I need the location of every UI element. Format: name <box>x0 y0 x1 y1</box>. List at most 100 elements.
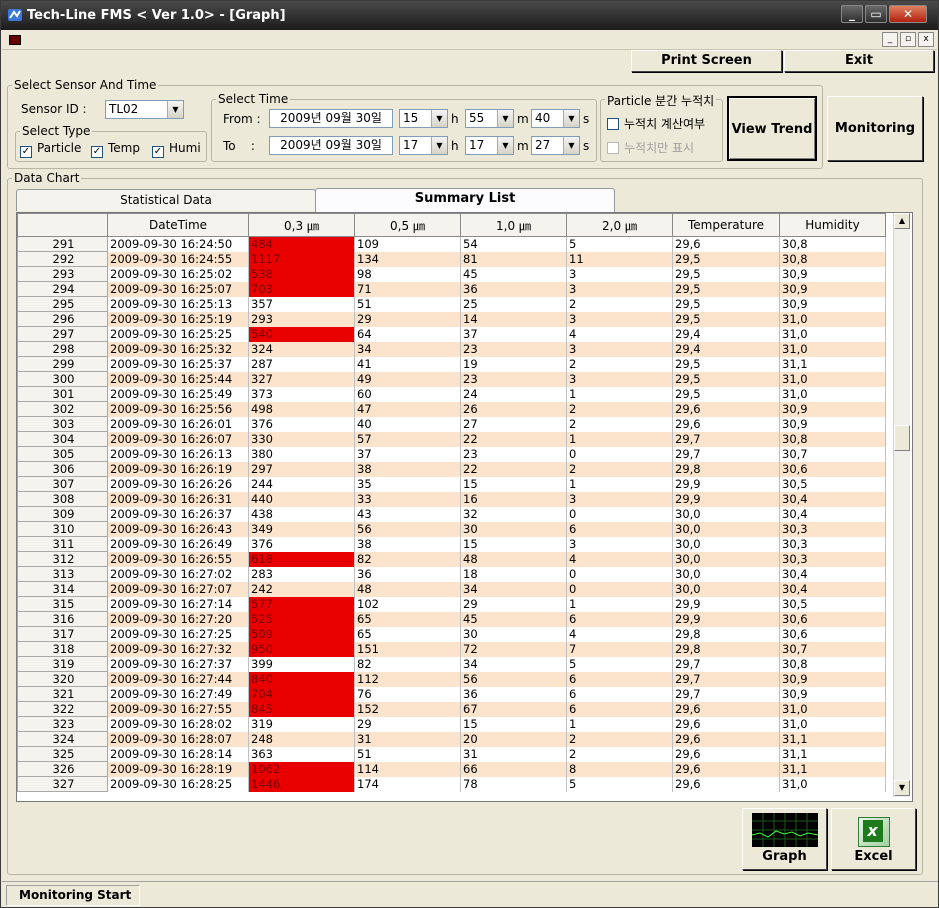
table-row[interactable]: 306 2009-09-30 16:26:19 297 38 22 2 29,8 30,6 <box>17 461 886 477</box>
view-trend-button[interactable]: View Trend <box>727 96 817 161</box>
table-row[interactable]: 314 2009-09-30 16:27:07 242 48 34 0 30,0 30,4 <box>17 581 886 597</box>
column-header[interactable] <box>17 213 108 237</box>
table-row[interactable]: 304 2009-09-30 16:26:07 330 57 22 1 29,7 30,8 <box>17 431 886 447</box>
table-cell: 29 <box>354 716 461 732</box>
to-date-field[interactable]: 2009년 09월 30일 <box>269 136 393 155</box>
humi-checkbox[interactable]: ✓ Humi <box>152 141 201 158</box>
table-row[interactable]: 321 2009-09-30 16:27:49 704 76 36 6 29,7 30,9 <box>17 686 886 702</box>
table-cell: 30,0 <box>672 521 780 537</box>
excel-button[interactable]: x Excel <box>831 808 916 870</box>
table-row[interactable]: 305 2009-09-30 16:26:13 380 37 23 0 29,7 30,7 <box>17 446 886 462</box>
table-cell: 31,0 <box>779 701 886 717</box>
minimize-button[interactable]: _ <box>841 5 863 23</box>
column-header[interactable]: 0,5 ㎛ <box>354 213 461 237</box>
table-row[interactable]: 325 2009-09-30 16:28:14 363 51 31 2 29,6 31,1 <box>17 746 886 762</box>
monitoring-button[interactable]: Monitoring <box>827 96 923 161</box>
accum-calc-label: 누적치 계산여부 <box>624 117 706 131</box>
table-row[interactable]: 311 2009-09-30 16:26:49 376 38 15 3 30,0 30,3 <box>17 536 886 552</box>
particle-accum-title: Particle 분간 누적치 <box>605 92 717 109</box>
tab-statistical-data[interactable]: Statistical Data <box>16 189 316 211</box>
table-row[interactable]: 310 2009-09-30 16:26:43 349 56 30 6 30,0 30,3 <box>17 521 886 537</box>
table-row[interactable]: 292 2009-09-30 16:24:55 1117 134 81 11 29,5 30,… <box>17 251 886 267</box>
to-hour-select[interactable]: 17 ▼ <box>399 136 448 155</box>
to-minute-select[interactable]: 17 ▼ <box>465 136 514 155</box>
from-minute-select[interactable]: 55 ▼ <box>465 109 514 128</box>
chevron-down-icon[interactable]: ▼ <box>431 137 447 154</box>
chevron-down-icon[interactable]: ▼ <box>497 137 513 154</box>
table-row[interactable]: 307 2009-09-30 16:26:26 244 35 15 1 29,9 30,5 <box>17 476 886 492</box>
exit-button[interactable]: Exit <box>784 50 934 72</box>
scroll-up-icon[interactable]: ▲ <box>894 213 910 229</box>
row-number: 315 <box>17 596 108 612</box>
chevron-down-icon[interactable]: ▼ <box>431 110 447 127</box>
table-row[interactable]: 309 2009-09-30 16:26:37 438 43 32 0 30,0 30,4 <box>17 506 886 522</box>
maximize-button[interactable]: ▭ <box>865 5 887 23</box>
mdi-restore-button[interactable]: ▫ <box>900 32 916 47</box>
table-row[interactable]: 315 2009-09-30 16:27:14 577 102 29 1 29,9 30,5 <box>17 596 886 612</box>
table-row[interactable]: 297 2009-09-30 16:25:25 540 64 37 4 29,4 31,0 <box>17 326 886 342</box>
table-row[interactable]: 317 2009-09-30 16:27:25 509 65 30 4 29,8 30,6 <box>17 626 886 642</box>
accum-calc-checkbox[interactable]: 누적치 계산여부 <box>607 115 705 132</box>
table-row[interactable]: 326 2009-09-30 16:28:19 1062 114 66 8 29,6 31,1 <box>17 761 886 777</box>
chevron-down-icon[interactable]: ▼ <box>497 110 513 127</box>
table-row[interactable]: 298 2009-09-30 16:25:32 324 34 23 3 29,4 31,0 <box>17 341 886 357</box>
scroll-thumb[interactable] <box>894 425 910 451</box>
column-header[interactable]: DateTime <box>107 213 249 237</box>
chevron-down-icon[interactable]: ▼ <box>563 110 579 127</box>
tab-summary-list[interactable]: Summary List <box>315 188 615 212</box>
column-header[interactable]: 1,0 ㎛ <box>460 213 567 237</box>
to-second-select[interactable]: 27 ▼ <box>531 136 580 155</box>
from-hour-select[interactable]: 15 ▼ <box>399 109 448 128</box>
table-row[interactable]: 295 2009-09-30 16:25:13 357 51 25 2 29,5 30,9 <box>17 296 886 312</box>
table-row[interactable]: 296 2009-09-30 16:25:19 293 29 14 3 29,5 31,0 <box>17 311 886 327</box>
table-row[interactable]: 299 2009-09-30 16:25:37 287 41 19 2 29,5 31,1 <box>17 356 886 372</box>
row-number: 323 <box>17 716 108 732</box>
table-row[interactable]: 294 2009-09-30 16:25:07 703 71 36 3 29,5 30,9 <box>17 281 886 297</box>
table-row[interactable]: 327 2009-09-30 16:28:25 1446 174 78 5 29,6 31,0 <box>17 776 886 792</box>
scroll-down-icon[interactable]: ▼ <box>894 780 910 796</box>
table-cell: 15 <box>460 536 567 552</box>
table-row[interactable]: 316 2009-09-30 16:27:20 525 65 45 6 29,9 30,6 <box>17 611 886 627</box>
column-header[interactable]: 2,0 ㎛ <box>566 213 673 237</box>
table-row[interactable]: 291 2009-09-30 16:24:50 484 109 54 5 29,6 30,8 <box>17 236 886 252</box>
table-cell: 30,4 <box>779 566 886 582</box>
table-row[interactable]: 303 2009-09-30 16:26:01 376 40 27 2 29,6 30,9 <box>17 416 886 432</box>
particle-checkbox[interactable]: ✓ Particle <box>20 141 81 158</box>
mdi-minimize-button[interactable]: _ <box>882 32 898 47</box>
table-row[interactable]: 318 2009-09-30 16:27:32 950 151 72 7 29,8 30,7 <box>17 641 886 657</box>
row-number: 295 <box>17 296 108 312</box>
table-row[interactable]: 301 2009-09-30 16:25:49 373 60 24 1 29,5 31,0 <box>17 386 886 402</box>
table-row[interactable]: 313 2009-09-30 16:27:02 283 36 18 0 30,0 30,4 <box>17 566 886 582</box>
table-row[interactable]: 322 2009-09-30 16:27:55 845 152 67 6 29,6 31,0 <box>17 701 886 717</box>
close-button[interactable]: ✕ <box>889 5 927 23</box>
table-cell: 376 <box>248 536 355 552</box>
table-row[interactable]: 312 2009-09-30 16:26:55 618 82 48 4 30,0 30,3 <box>17 551 886 567</box>
table-cell: 31,0 <box>779 326 886 342</box>
table-cell: 3 <box>566 281 673 297</box>
chevron-down-icon[interactable]: ▼ <box>563 137 579 154</box>
from-second-select[interactable]: 40 ▼ <box>531 109 580 128</box>
accum-only-checkbox[interactable]: 누적치만 표시 <box>607 139 694 156</box>
table-row[interactable]: 293 2009-09-30 16:25:02 538 98 45 3 29,5 30,9 <box>17 266 886 282</box>
summary-grid[interactable]: DateTime 0,3 ㎛ 0,5 ㎛ 1,0 ㎛ 2,0 ㎛ Temperature H… <box>16 212 913 802</box>
table-row[interactable]: 320 2009-09-30 16:27:44 840 112 56 6 29,7 30,9 <box>17 671 886 687</box>
table-row[interactable]: 323 2009-09-30 16:28:02 319 29 15 1 29,6 31,0 <box>17 716 886 732</box>
table-row[interactable]: 319 2009-09-30 16:27:37 399 82 34 5 29,7 30,8 <box>17 656 886 672</box>
table-row[interactable]: 324 2009-09-30 16:28:07 248 31 20 2 29,6 31,1 <box>17 731 886 747</box>
table-row[interactable]: 302 2009-09-30 16:25:56 498 47 26 2 29,6 30,9 <box>17 401 886 417</box>
table-row[interactable]: 308 2009-09-30 16:26:31 440 33 16 3 29,9 30,4 <box>17 491 886 507</box>
table-row[interactable]: 300 2009-09-30 16:25:44 327 49 23 3 29,5 31,0 <box>17 371 886 387</box>
chevron-down-icon[interactable]: ▼ <box>167 101 183 118</box>
mdi-close-button[interactable]: x <box>918 32 934 47</box>
table-cell: 283 <box>248 566 355 582</box>
graph-button[interactable]: Graph <box>742 808 827 870</box>
column-header[interactable]: 0,3 ㎛ <box>248 213 355 237</box>
sensor-id-select[interactable]: TL02 ▼ <box>105 100 184 119</box>
print-screen-button[interactable]: Print Screen <box>631 50 782 72</box>
vertical-scrollbar[interactable]: ▲ ▼ <box>893 213 910 797</box>
from-date-field[interactable]: 2009년 09월 30일 <box>269 109 393 128</box>
temp-checkbox[interactable]: ✓ Temp <box>91 141 140 158</box>
column-header[interactable]: Humidity <box>779 213 886 237</box>
column-header[interactable]: Temperature <box>672 213 780 237</box>
table-cell: 29,7 <box>672 671 780 687</box>
